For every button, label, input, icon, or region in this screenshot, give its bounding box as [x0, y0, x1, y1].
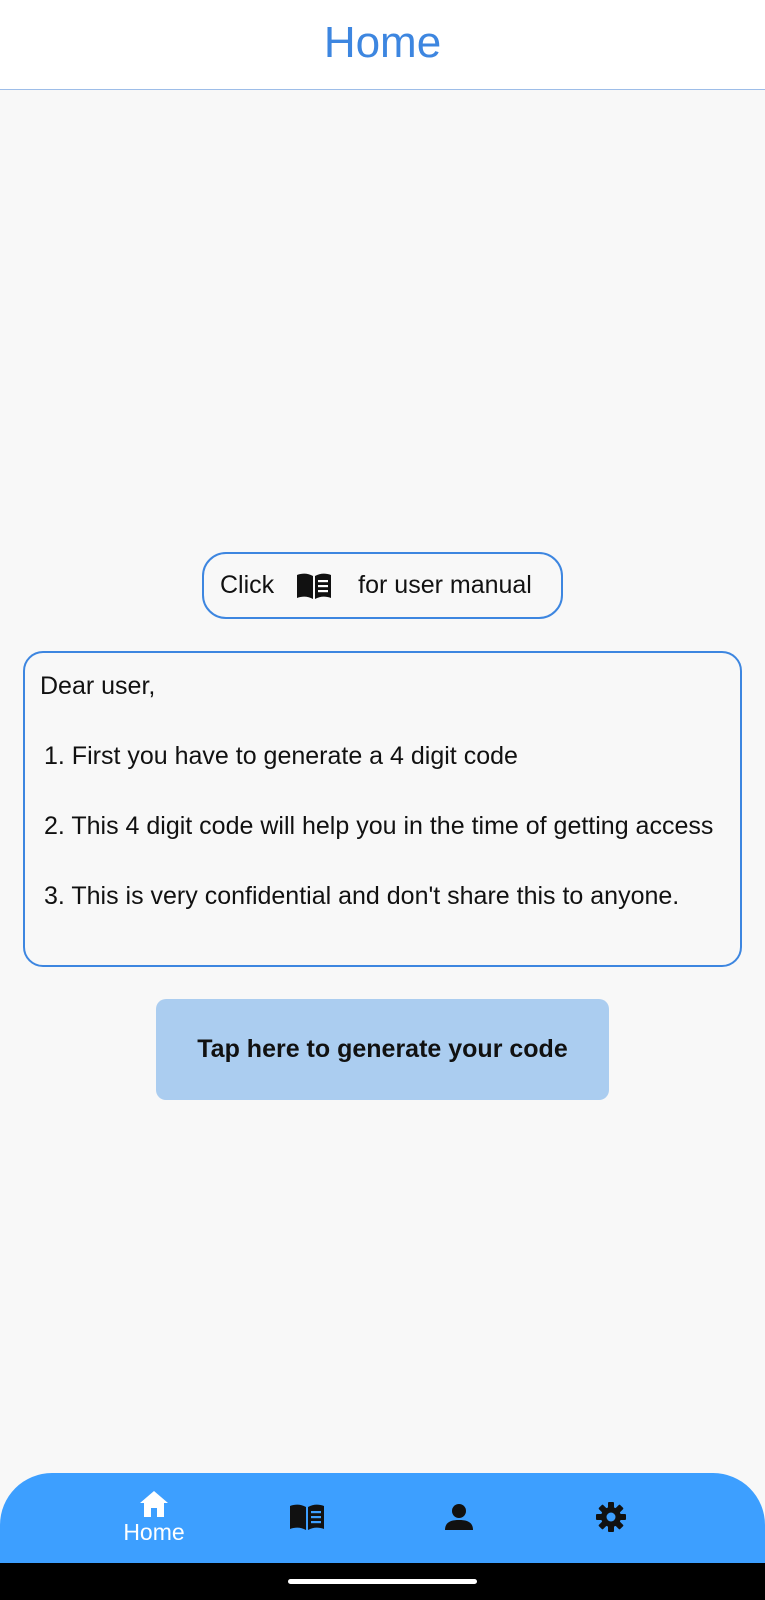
home-icon — [140, 1491, 168, 1517]
instructions-card: Dear user, 1. First you have to generate… — [23, 651, 742, 967]
generate-code-button[interactable]: Tap here to generate your code — [156, 999, 609, 1100]
instruction-item-3: 3. This is very confidential and don't s… — [44, 882, 680, 910]
nav-item-settings[interactable] — [561, 1473, 661, 1563]
nav-item-home[interactable]: Home — [104, 1473, 204, 1563]
manual-hint-prefix: Click — [220, 571, 275, 599]
person-icon — [445, 1504, 473, 1530]
nav-label-home: Home — [123, 1519, 185, 1545]
nav-item-manual[interactable] — [257, 1473, 357, 1563]
page-title: Home — [323, 17, 442, 67]
book-icon — [290, 1504, 324, 1530]
system-navigation-bar — [0, 1563, 765, 1600]
app-header: Home — [0, 0, 765, 90]
user-manual-hint: Click for user manual — [202, 552, 563, 619]
gear-icon — [596, 1502, 626, 1532]
instruction-item-2: 2. This 4 digit code will help you in th… — [44, 812, 714, 840]
book-icon — [296, 572, 332, 600]
manual-hint-suffix: for user manual — [358, 571, 532, 599]
bottom-navigation: Home — [0, 1473, 765, 1563]
nav-item-profile[interactable] — [409, 1473, 509, 1563]
greeting-text: Dear user, — [40, 672, 156, 700]
instruction-item-1: 1. First you have to generate a 4 digit … — [44, 742, 518, 770]
home-indicator[interactable] — [288, 1579, 477, 1584]
